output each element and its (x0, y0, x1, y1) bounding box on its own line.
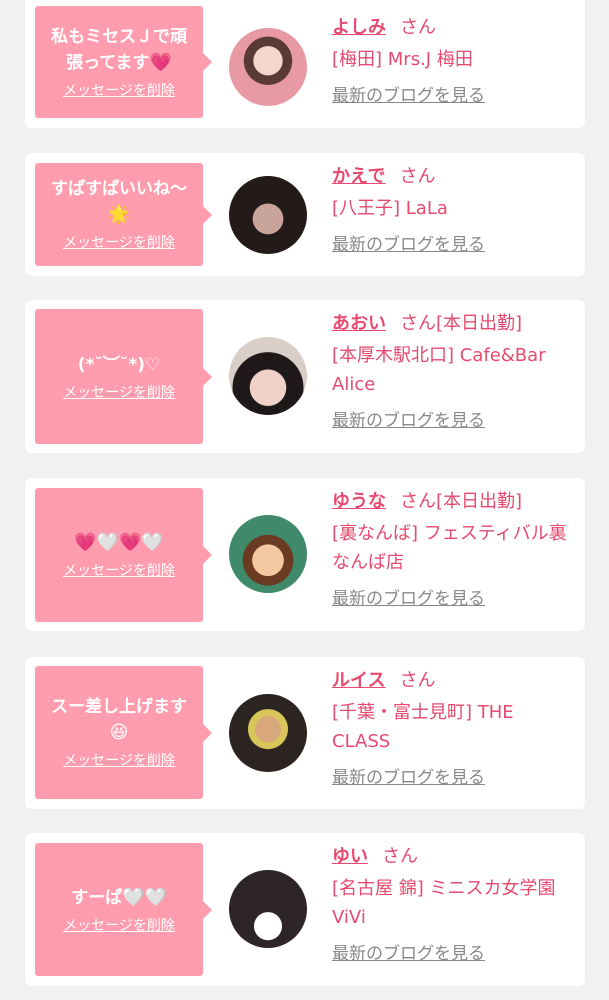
message-bubble: すーぱ🤍🤍 メッセージを削除 (35, 843, 212, 976)
heart-emoji: 💗 (149, 51, 172, 73)
shop-text: [本厚木駅北口] Cafe&Bar Alice (332, 345, 546, 395)
user-name-link[interactable]: よしみ (332, 17, 386, 38)
avatar[interactable] (229, 515, 307, 593)
user-name-link[interactable]: かえで (332, 166, 385, 187)
shop-text: [梅田] Mrs.J 梅田 (332, 49, 473, 70)
honorific: さん (400, 491, 436, 512)
delete-message-link[interactable]: メッセージを削除 (63, 562, 175, 580)
message-text: 💗🤍💗🤍 (74, 530, 164, 556)
white-hearts-emoji: 🤍🤍 (122, 886, 167, 908)
message-card: 私もミセスＪで頑張ってます💗 メッセージを削除 よしみ さん [梅田] Mrs.J… (25, 0, 585, 128)
latest-blog-link[interactable]: 最新のブログを見る (332, 587, 575, 611)
message-text: (*˘︶˘*)♡ (77, 354, 161, 375)
latest-blog-link[interactable]: 最新のブログを見る (332, 942, 575, 966)
delete-message-link[interactable]: メッセージを削除 (63, 917, 175, 935)
message-card: スー差し上げます 😆 メッセージを削除 ルイス さん [千葉・富士見町] THE C… (25, 657, 585, 809)
message-text: すぱすぱいいね〜 🌟 (51, 179, 187, 225)
honorific: さん (400, 313, 436, 334)
honorific: さん (399, 166, 436, 187)
delete-message-link[interactable]: メッセージを削除 (63, 384, 175, 402)
avatar[interactable] (229, 870, 307, 948)
user-name-link[interactable]: ゆうな (332, 491, 386, 512)
shop-text: [裏なんば] フェスティバル裏なんば店 (332, 523, 567, 573)
avatar[interactable] (229, 176, 307, 254)
latest-blog-link[interactable]: 最新のブログを見る (332, 233, 575, 257)
message-bubble: 💗🤍💗🤍 メッセージを削除 (35, 488, 212, 622)
latest-blog-link[interactable]: 最新のブログを見る (332, 409, 575, 433)
message-text: 私もミセスＪで頑張ってます💗 (51, 26, 187, 73)
avatar[interactable] (229, 694, 307, 772)
latest-blog-link[interactable]: 最新のブログを見る (332, 84, 575, 108)
message-card: すぱすぱいいね〜 🌟 メッセージを削除 かえで さん [八王子] LaLa 最新のブ… (25, 153, 585, 276)
hearts-emoji: 💗🤍💗🤍 (74, 532, 164, 553)
latest-blog-link[interactable]: 最新のブログを見る (332, 766, 575, 790)
message-bubble: すぱすぱいいね〜 🌟 メッセージを削除 (35, 163, 212, 266)
shop-text: [八王子] LaLa (332, 198, 448, 219)
delete-message-link[interactable]: メッセージを削除 (63, 82, 175, 100)
delete-message-link[interactable]: メッセージを削除 (63, 234, 175, 252)
message-text: すーぱ🤍🤍 (71, 886, 167, 908)
message-card: すーぱ🤍🤍 メッセージを削除 ゆい さん [名古屋 錦] ミニスカ女学園ViVi … (25, 833, 585, 986)
user-name-link[interactable]: ルイス (332, 670, 385, 691)
status-text: [本日出勤] (436, 491, 523, 512)
avatar[interactable] (229, 28, 307, 106)
star-emoji: 🌟 (107, 204, 131, 225)
honorific: さん (400, 17, 436, 38)
laughing-emoji: 😆 (109, 722, 129, 743)
status-text: [本日出勤] (436, 313, 523, 334)
message-card: 💗🤍💗🤍 メッセージを削除 ゆうな さん[本日出勤] [裏なんば] フェスティバル… (25, 478, 585, 631)
honorific: さん (382, 846, 418, 867)
delete-message-link[interactable]: メッセージを削除 (63, 752, 175, 770)
avatar[interactable] (229, 337, 307, 415)
user-name-link[interactable]: ゆい (332, 846, 368, 867)
message-bubble: スー差し上げます 😆 メッセージを削除 (35, 666, 212, 799)
message-card: (*˘︶˘*)♡ メッセージを削除 あおい さん[本日出勤] [本厚木駅北口] C… (25, 300, 585, 453)
shop-text: [千葉・富士見町] THE CLASS (332, 702, 514, 752)
message-bubble: 私もミセスＪで頑張ってます💗 メッセージを削除 (35, 6, 212, 118)
message-bubble: (*˘︶˘*)♡ メッセージを削除 (35, 309, 212, 444)
message-text: スー差し上げます 😆 (51, 697, 187, 743)
user-name-link[interactable]: あおい (332, 313, 386, 334)
honorific: さん (399, 670, 436, 691)
shop-text: [名古屋 錦] ミニスカ女学園ViVi (332, 878, 556, 928)
